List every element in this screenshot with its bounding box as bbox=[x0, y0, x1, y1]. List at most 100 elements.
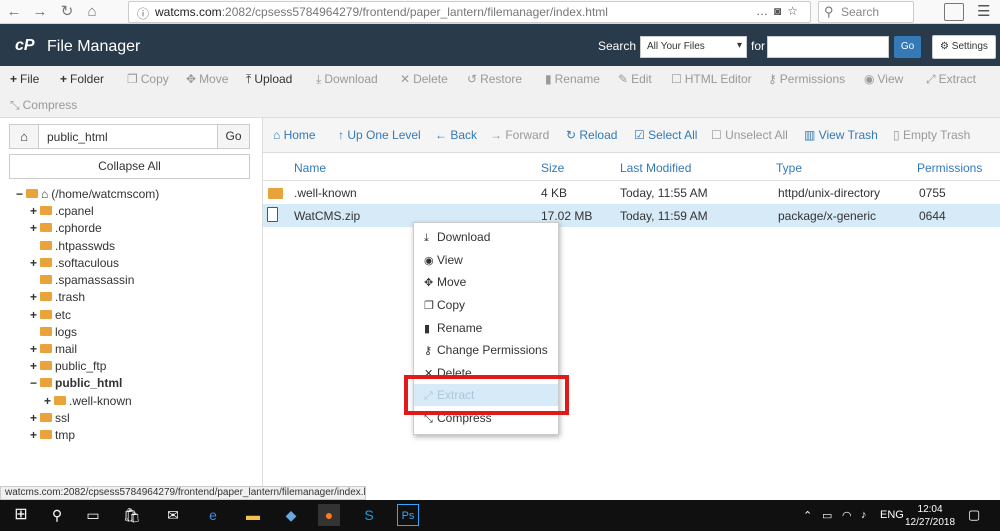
collapse-icon[interactable]: − bbox=[16, 186, 26, 203]
path-go-button[interactable]: Go bbox=[217, 124, 250, 149]
column-size[interactable]: Size bbox=[541, 161, 564, 175]
tree-item[interactable]: + .well-known bbox=[44, 393, 132, 410]
back-arrow-icon[interactable]: ← bbox=[4, 2, 24, 22]
context-download[interactable]: ⤓ Download bbox=[414, 226, 558, 248]
edge-icon[interactable]: e bbox=[202, 504, 224, 526]
skype-icon[interactable]: S bbox=[358, 504, 380, 526]
copy-button[interactable]: ❐ Copy bbox=[127, 72, 169, 86]
expand-icon[interactable]: + bbox=[30, 220, 40, 237]
rename-button[interactable]: ▮ Rename bbox=[545, 72, 600, 86]
forward-button[interactable]: → Forward bbox=[490, 128, 549, 142]
tree-item[interactable]: + mail bbox=[30, 341, 77, 358]
home-button[interactable]: ⌂ bbox=[9, 124, 39, 149]
expand-icon[interactable]: + bbox=[30, 410, 40, 427]
expand-icon[interactable]: + bbox=[30, 203, 40, 220]
collapse-all-button[interactable]: Collapse All bbox=[9, 154, 250, 179]
battery-icon[interactable]: ▭ bbox=[822, 509, 832, 522]
bookmark-star-icon[interactable]: ☆ bbox=[787, 4, 804, 18]
more-icon[interactable]: … bbox=[756, 4, 774, 18]
download-button[interactable]: ⤓ Download bbox=[316, 72, 378, 87]
upload-button[interactable]: ⤒ Upload bbox=[246, 72, 292, 87]
context-copy[interactable]: ❐ Copy bbox=[414, 294, 558, 316]
context-rename[interactable]: ▮ Rename bbox=[414, 317, 558, 339]
expand-icon[interactable]: + bbox=[30, 307, 40, 324]
context-change-permissions[interactable]: ⚷ Change Permissions bbox=[414, 339, 558, 361]
search-icon[interactable]: ⚲ bbox=[46, 504, 68, 526]
task-view-icon[interactable]: ▭ bbox=[82, 504, 104, 526]
html-editor-button[interactable]: ☐ HTML Editor bbox=[671, 72, 752, 86]
path-input[interactable]: public_html bbox=[38, 124, 218, 149]
app-icon[interactable]: ◆ bbox=[280, 504, 302, 526]
expand-icon[interactable]: + bbox=[30, 358, 40, 375]
info-icon[interactable]: ⓘ bbox=[137, 5, 149, 22]
compress-button[interactable]: ⤡ Compress bbox=[10, 98, 77, 113]
expand-icon[interactable]: + bbox=[30, 427, 40, 444]
view-button[interactable]: ◉ View bbox=[864, 72, 903, 86]
tree-item[interactable]: + public_ftp bbox=[30, 358, 106, 375]
unselect-all-button[interactable]: ☐ Unselect All bbox=[711, 128, 788, 142]
permissions-button[interactable]: ⚷ Permissions bbox=[768, 72, 845, 86]
back-button[interactable]: ← Back bbox=[435, 128, 477, 142]
new-file-button[interactable]: + File bbox=[10, 72, 39, 86]
nav-home-button[interactable]: ⌂ Home bbox=[273, 128, 316, 142]
restore-button[interactable]: ↺ Restore bbox=[467, 72, 522, 86]
column-name[interactable]: Name bbox=[294, 161, 326, 175]
home-icon[interactable]: ⌂ bbox=[82, 2, 102, 22]
tree-item[interactable]: + etc bbox=[30, 307, 71, 324]
edit-button[interactable]: ✎ Edit bbox=[618, 72, 652, 86]
expand-icon[interactable]: + bbox=[30, 255, 40, 272]
pocket-icon[interactable]: ◙ bbox=[774, 4, 787, 18]
windows-start-icon[interactable]: ⊞ bbox=[10, 504, 32, 526]
extract-button[interactable]: ⤢ Extract bbox=[926, 72, 976, 87]
tree-item[interactable]: + .trash bbox=[30, 289, 85, 306]
context-move[interactable]: ✥ Move bbox=[414, 271, 558, 293]
tree-item[interactable]: + ssl bbox=[30, 410, 70, 427]
photoshop-icon[interactable]: Ps bbox=[397, 504, 419, 526]
column-last-modified[interactable]: Last Modified bbox=[620, 161, 691, 175]
clock[interactable]: 12:04 12/27/2018 bbox=[905, 503, 955, 529]
new-folder-button[interactable]: + Folder bbox=[60, 72, 104, 86]
chevron-up-icon[interactable]: ⌃ bbox=[803, 509, 812, 522]
notification-icon[interactable]: ▢ bbox=[968, 507, 980, 523]
menu-icon[interactable]: ☰ bbox=[977, 2, 990, 20]
table-row-selected[interactable]: WatCMS.zip 17.02 MB Today, 11:59 AM pack… bbox=[263, 204, 1000, 227]
collapse-icon[interactable]: − bbox=[30, 375, 40, 392]
firefox-icon[interactable]: ● bbox=[318, 504, 340, 526]
column-permissions[interactable]: Permissions bbox=[917, 161, 982, 175]
cpanel-logo[interactable]: cP bbox=[15, 37, 35, 55]
reload-button[interactable]: ↻ Reload bbox=[566, 128, 617, 142]
expand-icon[interactable]: + bbox=[44, 393, 54, 410]
address-bar[interactable]: ⓘ watcms.com:2082/cpsess5784964279/front… bbox=[128, 1, 811, 23]
mail-icon[interactable]: ✉ bbox=[162, 504, 184, 526]
settings-button[interactable]: ⚙ Settings bbox=[932, 35, 996, 59]
tree-item[interactable]: + .cphorde bbox=[30, 220, 102, 237]
reload-icon[interactable]: ↻ bbox=[57, 2, 77, 22]
store-icon[interactable]: 🛍 bbox=[121, 504, 143, 526]
expand-icon[interactable]: + bbox=[30, 289, 40, 306]
tree-item[interactable]: .htpasswds bbox=[30, 238, 115, 255]
move-button[interactable]: ✥ Move bbox=[186, 72, 228, 86]
table-row[interactable]: .well-known 4 KB Today, 11:55 AM httpd/u… bbox=[263, 181, 1000, 204]
tree-root[interactable]: − ⌂ (/home/watcmscom) bbox=[16, 186, 159, 203]
view-trash-button[interactable]: ▥ View Trash bbox=[804, 128, 878, 142]
tree-item[interactable]: logs bbox=[30, 324, 77, 341]
tree-item[interactable]: .spamassassin bbox=[30, 272, 134, 289]
wifi-icon[interactable]: ◠ bbox=[842, 509, 852, 522]
tree-item[interactable]: + .cpanel bbox=[30, 203, 94, 220]
tree-item-selected[interactable]: − public_html bbox=[30, 375, 122, 392]
up-one-level-button[interactable]: ↑ Up One Level bbox=[338, 128, 421, 142]
tree-item[interactable]: + .softaculous bbox=[30, 255, 119, 272]
search-scope-select[interactable]: All Your Files ▾ bbox=[640, 36, 747, 58]
search-go-button[interactable]: Go bbox=[894, 36, 921, 58]
volume-icon[interactable]: ♪ bbox=[861, 509, 867, 521]
column-type[interactable]: Type bbox=[776, 161, 802, 175]
tree-item[interactable]: + tmp bbox=[30, 427, 75, 444]
forward-arrow-icon[interactable]: → bbox=[30, 2, 50, 22]
search-input[interactable] bbox=[767, 36, 889, 58]
language-indicator[interactable]: ENG bbox=[880, 509, 904, 521]
sidebar-icon[interactable] bbox=[944, 3, 964, 21]
file-explorer-icon[interactable]: ▬ bbox=[242, 504, 264, 526]
empty-trash-button[interactable]: ▯ Empty Trash bbox=[893, 128, 970, 142]
context-view[interactable]: ◉ View bbox=[414, 249, 558, 271]
browser-search[interactable]: ⚲ Search bbox=[818, 1, 914, 23]
